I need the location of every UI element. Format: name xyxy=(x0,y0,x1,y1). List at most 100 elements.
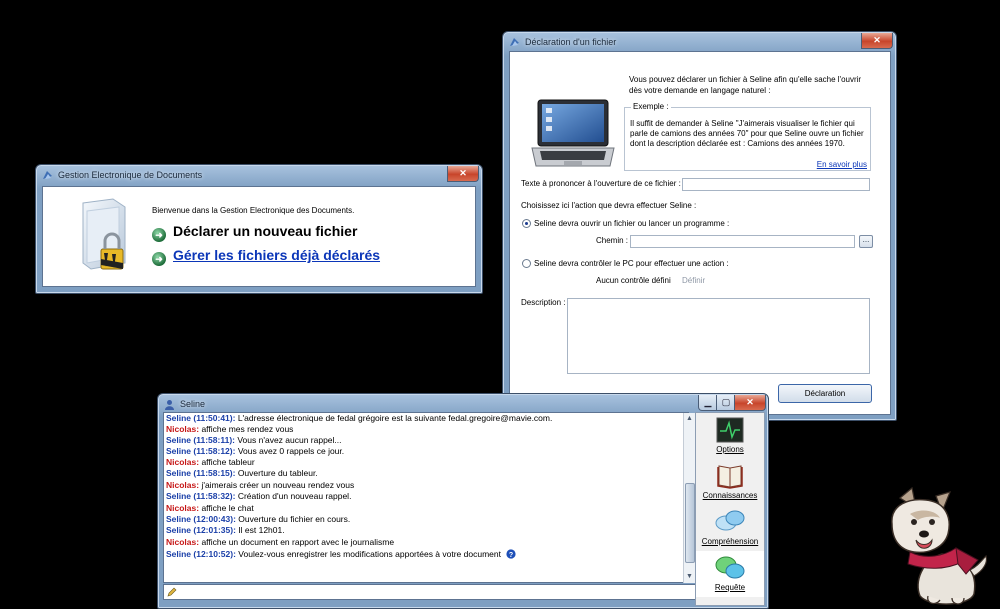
dog-mascot[interactable] xyxy=(870,484,990,608)
seline-title: Seline xyxy=(180,399,206,409)
close-button[interactable]: ✕ xyxy=(734,395,766,411)
message-text: j'aimerais créer un nouveau rendez vous xyxy=(199,480,355,490)
path-input[interactable] xyxy=(630,235,855,248)
side-panel: Options Connaissances Compréhension Requ… xyxy=(695,412,765,606)
ged-title: Gestion Electronique de Documents xyxy=(58,170,203,180)
chat-line: Seline (12:01:35): Il est 12h01. xyxy=(166,525,285,536)
chat-line: Seline (11:50:41): L'adresse électroniqu… xyxy=(166,413,552,424)
speaker-name: Seline (12:00:43): xyxy=(166,514,236,524)
speaker-name: Seline (11:58:15): xyxy=(166,468,236,478)
arrow-bullet-icon: ➜ xyxy=(152,252,166,266)
description-label: Description : xyxy=(521,298,566,307)
help-icon[interactable]: ? xyxy=(506,549,516,559)
minimize-button[interactable]: ▁ xyxy=(698,395,718,411)
declaration-button[interactable]: Déclaration xyxy=(778,384,872,403)
example-text: Il suffit de demander à Seline "J'aimera… xyxy=(630,119,864,148)
speaker-name: Nicolas: xyxy=(166,457,200,467)
chat-scrollbar[interactable]: ▲ ▼ xyxy=(683,413,695,583)
scroll-up-arrow-icon[interactable]: ▲ xyxy=(685,414,694,423)
close-button[interactable]: ✕ xyxy=(447,166,479,182)
options-button[interactable]: Options xyxy=(696,413,764,459)
speaker-name: Nicolas: xyxy=(166,537,200,547)
chat-line: Seline (12:10:52): Voulez-vous enregistr… xyxy=(166,549,516,560)
chat-line: Seline (11:58:11): Vous n'avez aucun rap… xyxy=(166,435,342,446)
chat-line: Nicolas: affiche tableur xyxy=(166,457,255,468)
request-label: Requête xyxy=(714,583,746,592)
chat-line: Nicolas: affiche mes rendez vous xyxy=(166,424,293,435)
welcome-text: Bienvenue dans la Gestion Electronique d… xyxy=(152,206,355,215)
request-bubble-icon xyxy=(715,556,745,579)
speaker-name: Nicolas: xyxy=(166,480,200,490)
chat-input[interactable] xyxy=(163,584,696,600)
maximize-button[interactable]: ▢ xyxy=(716,395,736,411)
declare-file-label: Déclarer un nouveau fichier xyxy=(173,223,358,239)
message-text: Ouverture du tableur. xyxy=(235,468,318,478)
example-box: Exemple : Il suffit de demander à Seline… xyxy=(624,102,871,171)
scroll-down-arrow-icon[interactable]: ▼ xyxy=(685,572,694,581)
chat-line: Seline (12:00:43): Ouverture du fichier … xyxy=(166,514,350,525)
message-text: affiche le chat xyxy=(199,503,254,513)
arrow-bullet-icon: ➜ xyxy=(152,228,166,242)
open-file-option-label: Seline devra ouvrir un fichier ou lancer… xyxy=(534,219,730,228)
chat-line: Nicolas: affiche le chat xyxy=(166,503,254,514)
options-label: Options xyxy=(716,445,744,454)
control-pc-radio[interactable] xyxy=(522,259,531,268)
speaker-name: Seline (11:50:41): xyxy=(166,413,236,423)
ged-titlebar[interactable]: Gestion Electronique de Documents xyxy=(36,165,482,187)
speaker-name: Seline (12:01:35): xyxy=(166,525,236,535)
user-icon xyxy=(165,400,174,410)
app-icon xyxy=(510,38,519,46)
message-text: Ouverture du fichier en cours. xyxy=(235,514,351,524)
message-text: affiche mes rendez vous xyxy=(199,424,294,434)
speaker-name: Seline (12:10:52): xyxy=(166,549,236,559)
chat-line: Seline (11:58:12): Vous avez 0 rappels c… xyxy=(166,446,344,457)
request-button[interactable]: Requête xyxy=(696,551,764,597)
pen-icon xyxy=(167,587,177,597)
message-text: L'adresse électronique de fedal grégoire… xyxy=(235,413,553,423)
message-text: affiche un document en rapport avec le j… xyxy=(199,537,395,547)
knowledge-button[interactable]: Connaissances xyxy=(696,459,764,505)
intro-text: Vous pouvez déclarer un fichier à Seline… xyxy=(629,75,862,95)
control-pc-option-label: Seline devra contrôler le PC pour effect… xyxy=(534,259,729,268)
speaker-name: Nicolas: xyxy=(166,503,200,513)
message-text: Création d'un nouveau rappel. xyxy=(235,491,352,501)
chat-line: Nicolas: j'aimerais créer un nouveau ren… xyxy=(166,480,354,491)
description-textarea[interactable] xyxy=(567,298,870,374)
book-icon xyxy=(717,465,743,489)
close-button[interactable]: ✕ xyxy=(861,33,893,49)
chat-line: Seline (11:58:15): Ouverture du tableur. xyxy=(166,468,318,479)
options-icon xyxy=(716,417,744,443)
open-file-radio[interactable] xyxy=(522,219,531,228)
example-legend: Exemple : xyxy=(631,102,671,111)
chat-bubble-icon xyxy=(715,510,745,531)
comprehension-button[interactable]: Compréhension xyxy=(696,505,764,551)
manage-files-label: Gérer les fichiers déjà déclarés xyxy=(173,247,381,263)
message-text: Il est 12h01. xyxy=(235,525,285,535)
message-text: Vous avez 0 rappels ce jour. xyxy=(235,446,345,456)
choose-action-text: Choisissez ici l'action que devra effect… xyxy=(521,201,697,210)
speaker-name: Seline (11:58:32): xyxy=(166,491,236,501)
laptop-icon xyxy=(531,99,615,167)
message-text: affiche tableur xyxy=(199,457,255,467)
app-icon xyxy=(43,171,52,179)
declare-file-link[interactable]: ➜ Déclarer un nouveau fichier xyxy=(152,223,357,242)
message-text: Vous n'avez aucun rappel... xyxy=(234,435,342,445)
svg-text:?: ? xyxy=(509,552,513,559)
phrase-input[interactable] xyxy=(682,178,870,191)
path-label: Chemin : xyxy=(596,236,629,245)
manage-files-link[interactable]: ➜ Gérer les fichiers déjà déclarés xyxy=(152,247,380,266)
declaration-window: Déclaration d'un fichier ✕ Vous pouvez d… xyxy=(502,31,897,421)
folder-lock-icon xyxy=(82,198,126,270)
declaration-form: Vous pouvez déclarer un fichier à Seline… xyxy=(509,51,891,415)
declaration-title: Déclaration d'un fichier xyxy=(525,37,617,47)
scroll-thumb[interactable] xyxy=(685,483,695,563)
phrase-label: Texte à prononcer à l'ouverture de ce fi… xyxy=(521,179,681,188)
define-link[interactable]: Définir xyxy=(682,276,705,285)
ged-window: Gestion Electronique de Documents ✕ Bien… xyxy=(35,164,483,294)
speaker-name: Nicolas: xyxy=(166,424,200,434)
learn-more-link[interactable]: En savoir plus xyxy=(817,160,867,169)
comprehension-label: Compréhension xyxy=(701,537,759,546)
browse-button[interactable]: ... xyxy=(859,235,873,248)
seline-window: Seline ▁ ▢ ✕ Seline (11:50:41): L'adress… xyxy=(157,393,769,609)
chat-log: Seline (11:50:41): L'adresse électroniqu… xyxy=(163,412,689,583)
